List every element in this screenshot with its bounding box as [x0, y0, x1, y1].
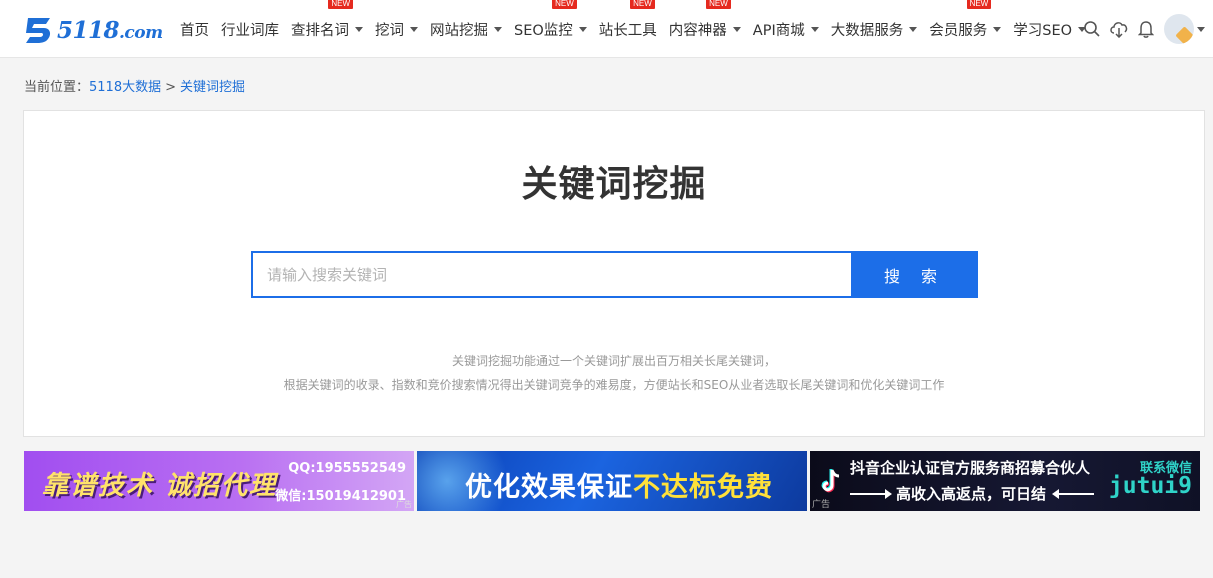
- vip-badge-icon: [1175, 26, 1194, 44]
- description-line-2: 根据关键词的收录、指数和竞价搜索情况得出关键词竞争的难易度，方便站长和SEO从业…: [283, 378, 945, 392]
- logo-mark-icon: [26, 18, 51, 43]
- description-line-1: 关键词挖掘功能通过一个关键词扩展出百万相关长尾关键词，: [451, 354, 776, 368]
- logo-text: 5118.com: [57, 16, 163, 44]
- search-button[interactable]: 搜 索: [851, 251, 978, 298]
- tiktok-icon: [821, 469, 840, 493]
- new-badge: NEW: [630, 0, 655, 9]
- breadcrumb-link-home[interactable]: 5118大数据: [89, 80, 161, 95]
- banner-qq: QQ:1955552549: [288, 461, 406, 476]
- banner-headline: 靠谱技术 诚招代理: [42, 471, 278, 501]
- chevron-down-icon: [410, 26, 418, 32]
- top-header: 5118.com 首页 行业词库 查排名词 NEW 挖词 网站挖掘 SEO监控 NE…: [0, 0, 1213, 58]
- new-badge: NEW: [552, 0, 577, 9]
- chevron-down-icon: [909, 26, 918, 32]
- ad-banner-agent[interactable]: 靠谱技术 诚招代理 QQ:1955552549 微信:15019412901 广…: [24, 451, 414, 511]
- search-icon[interactable]: [1082, 19, 1102, 39]
- search-input[interactable]: [251, 251, 851, 298]
- ad-label: 广告: [396, 500, 412, 509]
- arrow-right-icon: [850, 488, 892, 499]
- search-box: 搜 索: [251, 251, 978, 298]
- ad-label: 广告: [812, 500, 831, 510]
- cloud-download-icon[interactable]: [1109, 19, 1129, 39]
- nav-item-site-mining[interactable]: 网站挖掘: [430, 19, 502, 40]
- nav-item-membership[interactable]: 会员服务 NEW: [929, 0, 1002, 40]
- ad-banner-douyin[interactable]: 抖音企业认证官方服务商招募合伙人 高收入高返点，可日结 联系微信 jutui9 …: [810, 451, 1200, 511]
- new-badge: NEW: [966, 0, 992, 9]
- search-panel: 关键词挖掘 搜 索 关键词挖掘功能通过一个关键词扩展出百万相关长尾关键词， 根据…: [23, 110, 1205, 437]
- new-badge: NEW: [706, 0, 731, 9]
- page-title: 关键词挖掘: [521, 164, 707, 205]
- banner-headline-part2: 不达标免费: [633, 472, 773, 503]
- ad-banner-seo-guarantee[interactable]: 优化效果保证不达标免费: [417, 451, 807, 511]
- feature-description: 关键词挖掘功能通过一个关键词扩展出百万相关长尾关键词， 根据关键词的收录、指数和…: [24, 349, 1204, 397]
- chevron-down-icon[interactable]: [1197, 26, 1205, 32]
- chevron-down-icon: [810, 26, 819, 32]
- nav-item-api-mall[interactable]: API商城: [753, 19, 819, 40]
- banner-wechat: 微信:15019412901: [275, 489, 406, 504]
- nav-item-home[interactable]: 首页: [180, 19, 209, 40]
- breadcrumb-link-current[interactable]: 关键词挖掘: [180, 80, 245, 95]
- new-badge: NEW: [328, 0, 353, 9]
- header-actions: [1075, 12, 1205, 46]
- nav-item-mine-words[interactable]: 挖词: [375, 19, 418, 40]
- main-nav: 首页 行业词库 查排名词 NEW 挖词 网站挖掘 SEO监控 NEW 站长工具 NEW…: [180, 0, 1098, 58]
- banner-contact-id: jutui9: [1108, 473, 1192, 499]
- breadcrumb: 当前位置：5118大数据 > 关键词挖掘: [24, 76, 245, 95]
- banner-headline: 抖音企业认证官方服务商招募合伙人: [850, 459, 1091, 477]
- nav-item-big-data-service[interactable]: 大数据服务: [831, 19, 918, 40]
- bell-icon[interactable]: [1136, 19, 1156, 39]
- site-logo[interactable]: 5118.com: [22, 12, 163, 48]
- banner-headline-part1: 优化效果保证: [465, 472, 633, 503]
- banner-headline: 优化效果保证不达标免费: [465, 465, 773, 504]
- arrow-left-icon: [1052, 488, 1095, 499]
- banner-subline: 高收入高返点，可日结: [850, 483, 1095, 504]
- breadcrumb-prefix: 当前位置：: [24, 80, 90, 95]
- nav-item-seo-monitor[interactable]: SEO监控 NEW: [514, 0, 587, 40]
- chevron-down-icon: [355, 26, 363, 32]
- nav-item-industry-lexicon[interactable]: 行业词库: [221, 19, 279, 40]
- chevron-down-icon: [494, 26, 502, 32]
- nav-item-webmaster-tools[interactable]: 站长工具 NEW: [599, 0, 657, 40]
- chevron-down-icon: [732, 26, 741, 32]
- avatar[interactable]: [1164, 14, 1194, 44]
- chevron-down-icon: [578, 26, 587, 32]
- nav-item-content-tools[interactable]: 内容神器 NEW: [669, 0, 741, 40]
- nav-item-rank-words[interactable]: 查排名词 NEW: [291, 0, 363, 40]
- breadcrumb-separator: >: [165, 80, 177, 95]
- chevron-down-icon: [993, 26, 1002, 32]
